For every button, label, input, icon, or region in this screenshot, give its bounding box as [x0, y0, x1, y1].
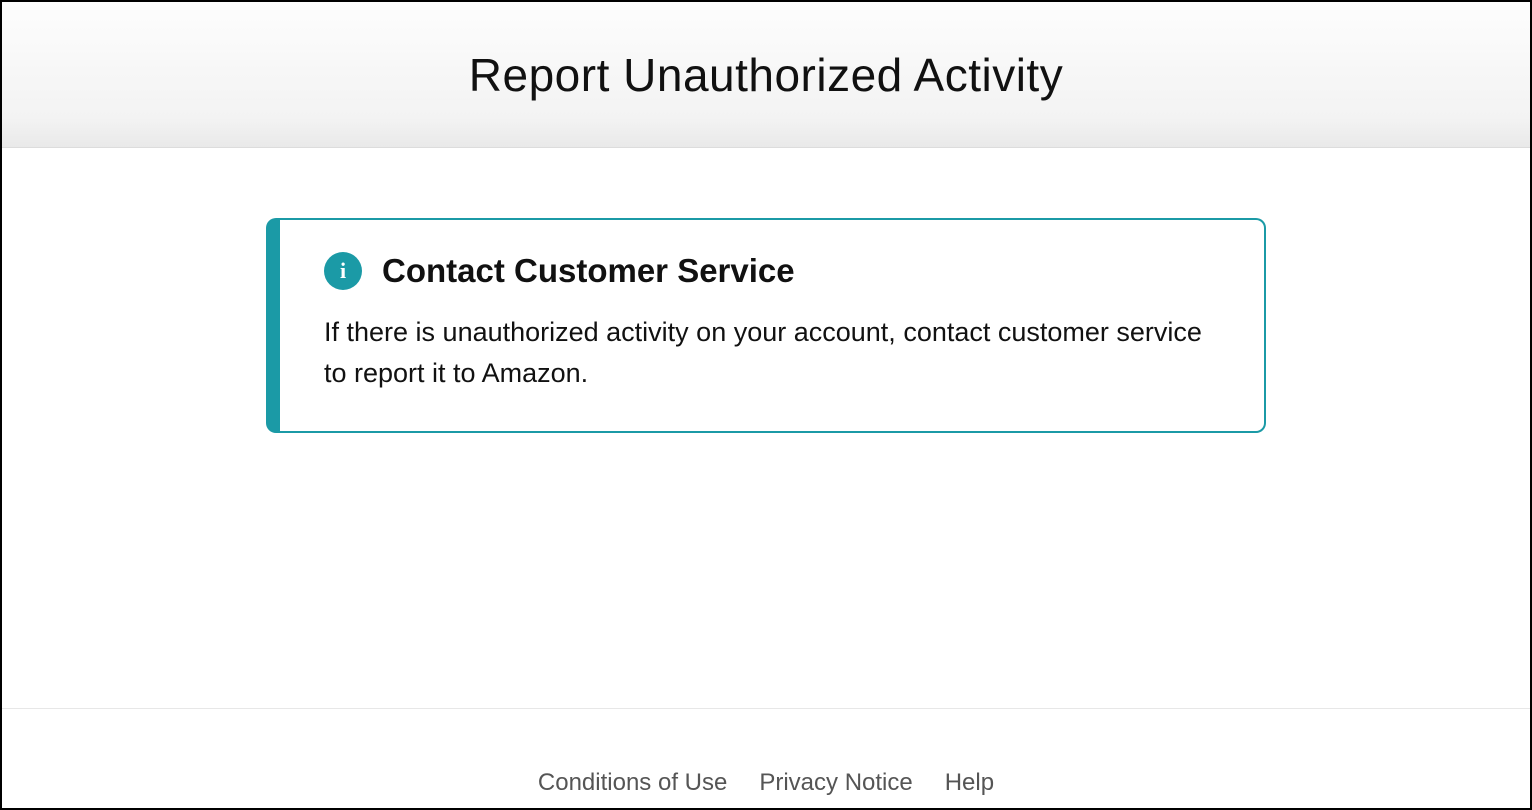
- alert-header: i Contact Customer Service: [324, 252, 1220, 290]
- info-icon: i: [324, 252, 362, 290]
- info-alert: i Contact Customer Service If there is u…: [266, 218, 1266, 433]
- main-content: i Contact Customer Service If there is u…: [2, 148, 1530, 708]
- page-header: Report Unauthorized Activity: [2, 2, 1530, 148]
- footer: Conditions of Use Privacy Notice Help: [2, 708, 1530, 797]
- footer-link-help[interactable]: Help: [945, 769, 994, 797]
- alert-body: If there is unauthorized activity on you…: [324, 312, 1220, 393]
- footer-link-privacy[interactable]: Privacy Notice: [759, 769, 912, 797]
- page-title: Report Unauthorized Activity: [469, 48, 1063, 102]
- alert-title: Contact Customer Service: [382, 252, 795, 290]
- info-icon-glyph: i: [340, 258, 346, 284]
- footer-link-conditions[interactable]: Conditions of Use: [538, 769, 727, 797]
